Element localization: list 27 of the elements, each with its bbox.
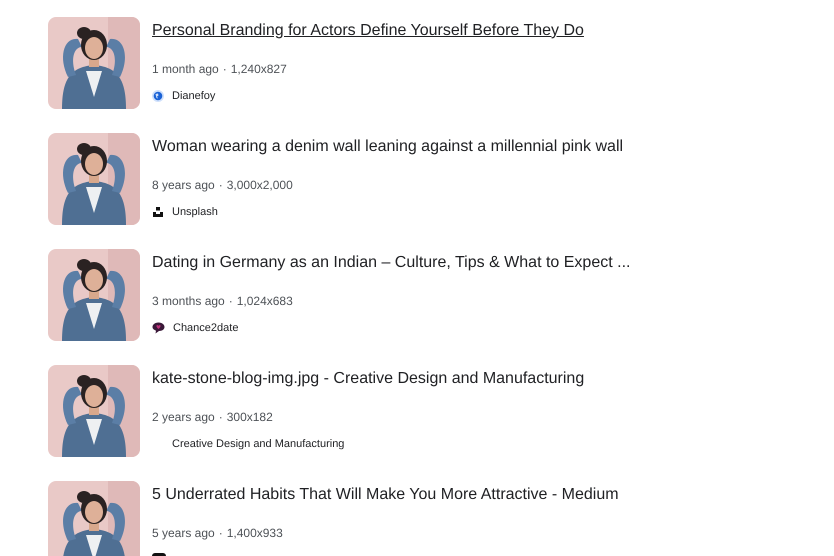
- separator-dot: ·: [222, 61, 227, 77]
- result-title-link[interactable]: Dating in Germany as an Indian – Culture, Tips & What to Expect ...: [152, 253, 630, 273]
- separator-dot: ·: [228, 293, 233, 309]
- result-title-link[interactable]: Personal Branding for Actors Define Yourself Before They Do: [152, 21, 584, 41]
- globe-icon: [152, 90, 164, 102]
- result-age: 8 years ago: [152, 177, 215, 193]
- source-name[interactable]: Unsplash: [172, 205, 218, 219]
- source-name[interactable]: Creative Design and Manufacturing: [172, 437, 344, 451]
- image-size: 300x182: [226, 409, 273, 425]
- image-size: 1,240x827: [230, 61, 287, 77]
- separator-dot: ·: [218, 525, 223, 541]
- result-title-link[interactable]: 5 Underrated Habits That Will Make You More Attractive - Medium: [152, 485, 619, 505]
- result-title-link[interactable]: kate-stone-blog-img.jpg - Creative Design and Manufacturing: [152, 369, 584, 389]
- source-name[interactable]: Chance2date: [173, 321, 238, 335]
- separator-dot: ·: [218, 409, 223, 425]
- result-title-link[interactable]: Woman wearing a denim wall leaning against a millennial pink wall: [152, 137, 624, 157]
- camera-icon: [152, 206, 164, 218]
- image-size: 1,400x933: [226, 525, 283, 541]
- image-size: 1,024x683: [236, 293, 293, 309]
- result-age: 2 years ago: [152, 409, 215, 425]
- source-name[interactable]: Dianefoy: [172, 89, 216, 103]
- result-age: 3 months ago: [152, 293, 225, 309]
- image-size: 3,000x2,000: [226, 177, 293, 193]
- result-age: 5 years ago: [152, 525, 215, 541]
- separator-dot: ·: [218, 177, 223, 193]
- result-age: 1 month ago: [152, 61, 219, 77]
- chat-bubble-icon: [152, 322, 165, 334]
